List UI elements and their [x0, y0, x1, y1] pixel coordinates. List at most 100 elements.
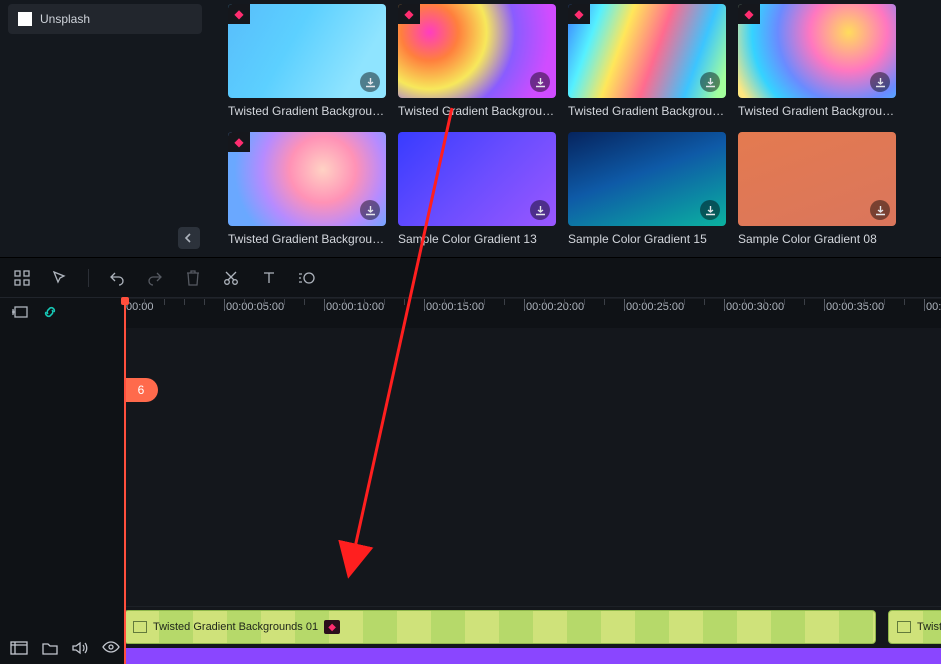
download-button[interactable]: [700, 200, 720, 220]
download-button[interactable]: [870, 72, 890, 92]
delete-icon[interactable]: [183, 268, 203, 288]
tick-label: 00:00:10:00: [326, 301, 384, 313]
marker-pill[interactable]: 6: [124, 378, 158, 402]
asset-caption: Sample Color Gradient 15: [568, 232, 726, 246]
gem-icon: ◆: [744, 8, 753, 20]
asset-twisted-gradient-4[interactable]: ◆ Twisted Gradient Backgroun…: [228, 132, 386, 246]
download-button[interactable]: [360, 200, 380, 220]
timeline-ruler[interactable]: 00:0000:00:05:0000:00:10:0000:00:15:0000…: [124, 298, 941, 328]
tick-major: [824, 299, 825, 311]
premium-badge: ◆: [398, 4, 420, 24]
asset-sample-gradient-15[interactable]: Sample Color Gradient 15: [568, 132, 726, 246]
asset-gallery: ◆ Twisted Gradient Backgroun… ◆ Twisted Gra…: [210, 0, 941, 257]
thumbnail[interactable]: [568, 132, 726, 226]
cut-icon[interactable]: [221, 268, 241, 288]
tick-minor: [404, 299, 405, 305]
add-frame-icon[interactable]: [12, 305, 28, 322]
asset-caption: Twisted Gradient Backgroun…: [228, 232, 386, 246]
tick-major: [424, 299, 425, 311]
tick-label: 00:: [926, 301, 941, 313]
thumbnail[interactable]: ◆: [568, 4, 726, 98]
tick-minor: [644, 299, 645, 305]
clip-main[interactable]: Twisted Gradient Backgrounds 01 ◆: [124, 610, 876, 644]
redo-icon[interactable]: [145, 268, 165, 288]
link-icon[interactable]: [42, 304, 58, 323]
asset-caption: Twisted Gradient Backgroun…: [568, 104, 726, 118]
undo-icon[interactable]: [107, 268, 127, 288]
tick-major: [724, 299, 725, 311]
download-button[interactable]: [360, 72, 380, 92]
timeline-toolbar: [0, 258, 941, 298]
tick-minor: [164, 299, 165, 305]
tick-major: [324, 299, 325, 311]
download-button[interactable]: [530, 200, 550, 220]
media-browser: Unsplash ◆Twisted Gradient Backgroun…◆Tw…: [0, 0, 941, 258]
clip-label: Twisted Gradient Backgrounds 01: [153, 621, 318, 633]
clip-next[interactable]: Twist: [888, 610, 941, 644]
tick-label: 00:00:25:00: [626, 301, 684, 313]
download-button[interactable]: [870, 200, 890, 220]
tick-minor: [664, 299, 665, 305]
thumbnail[interactable]: ◆: [398, 4, 556, 98]
tick-minor: [804, 299, 805, 305]
track-gutter-icons: [10, 641, 120, 658]
tick-minor: [684, 299, 685, 305]
tick-minor: [384, 299, 385, 305]
media-icon[interactable]: [10, 641, 28, 658]
gem-icon: ◆: [234, 136, 243, 148]
asset-caption: Twisted Gradient Backgroun…: [398, 104, 556, 118]
download-icon: [535, 77, 546, 88]
thumbnail[interactable]: ◆: [228, 132, 386, 226]
asset-twisted-gradient-2[interactable]: ◆ Twisted Gradient Backgroun…: [568, 4, 726, 118]
tick-minor: [784, 299, 785, 305]
sidebar-collapse-button[interactable]: [178, 227, 200, 249]
gem-icon: ◆: [324, 620, 340, 634]
folder-icon[interactable]: [42, 641, 58, 658]
asset-twisted-gradient-1[interactable]: ◆ Twisted Gradient Backgroun…: [398, 4, 556, 118]
asset-twisted-gradient-3[interactable]: ◆ Twisted Gradient Backgroun…: [738, 4, 896, 118]
premium-badge: ◆: [228, 4, 250, 24]
gem-icon: ◆: [404, 8, 413, 20]
tick-label: 00:00:35:00: [826, 301, 884, 313]
tick-minor: [904, 299, 905, 305]
gem-icon: ◆: [234, 8, 243, 20]
audio-track-bar[interactable]: [124, 648, 941, 664]
asset-twisted-gradient-0[interactable]: ◆Twisted Gradient Backgroun…: [228, 4, 386, 118]
source-unsplash[interactable]: Unsplash: [8, 4, 202, 34]
playhead[interactable]: [124, 299, 126, 664]
asset-sample-gradient-08[interactable]: Sample Color Gradient 08: [738, 132, 896, 246]
thumbnail[interactable]: ◆: [228, 4, 386, 98]
download-button[interactable]: [530, 72, 550, 92]
premium-badge: ◆: [228, 132, 250, 152]
premium-badge: ◆: [568, 4, 590, 24]
asset-caption: Sample Color Gradient 13: [398, 232, 556, 246]
ruler-left-controls: [0, 298, 124, 328]
tick-minor: [584, 299, 585, 305]
thumbnail[interactable]: [398, 132, 556, 226]
layout-icon[interactable]: [12, 268, 32, 288]
visibility-icon[interactable]: [102, 641, 120, 658]
download-icon: [365, 205, 376, 216]
asset-caption: Twisted Gradient Backgroun…: [738, 104, 896, 118]
pointer-icon[interactable]: [50, 268, 70, 288]
tick-minor: [364, 299, 365, 305]
thumbnail[interactable]: [738, 132, 896, 226]
track-canvas[interactable]: 6 Twisted Gradient Backgrounds 01 ◆ Twist: [124, 328, 941, 664]
timeline-tracks: 6 Twisted Gradient Backgrounds 01 ◆ Twist: [0, 328, 941, 664]
tick-minor: [744, 299, 745, 305]
tick-label: 00:00: [126, 301, 154, 313]
tick-major: [624, 299, 625, 311]
thumbnail[interactable]: ◆: [738, 4, 896, 98]
asset-sample-gradient-13[interactable]: Sample Color Gradient 13: [398, 132, 556, 246]
download-button[interactable]: [700, 72, 720, 92]
text-icon[interactable]: [259, 268, 279, 288]
motion-icon[interactable]: [297, 268, 317, 288]
download-icon: [365, 77, 376, 88]
volume-icon[interactable]: [72, 641, 88, 658]
clip-label: Twist: [917, 621, 941, 633]
track-gutter: [0, 328, 124, 664]
tick-minor: [884, 299, 885, 305]
tick-minor: [284, 299, 285, 305]
tick-minor: [764, 299, 765, 305]
image-icon: [897, 621, 911, 633]
